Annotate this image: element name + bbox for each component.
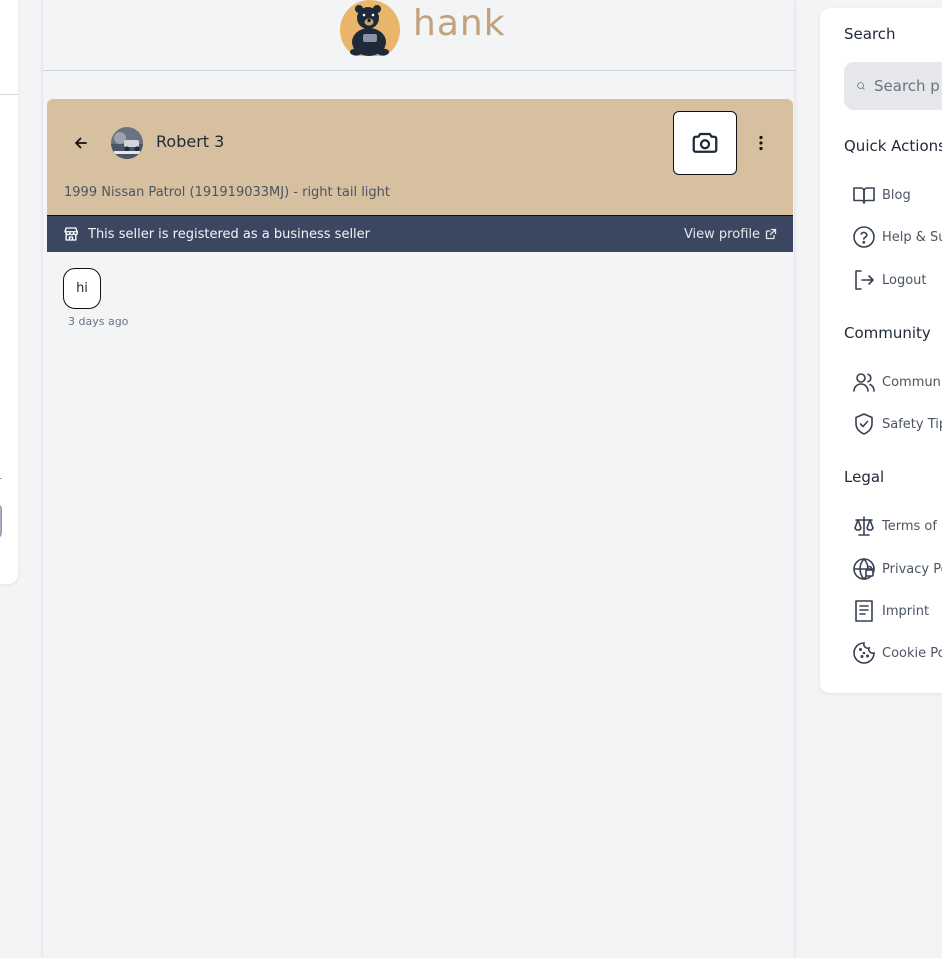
more-vertical-icon [759, 135, 763, 151]
more-options-button[interactable] [749, 129, 773, 157]
help-circle-icon [853, 226, 875, 248]
view-profile-label: View profile [683, 226, 760, 242]
chat-panel: Robert 3 1999 Nissan Patrol (191919033MJ… [47, 99, 793, 252]
community-heading: Community [844, 324, 931, 342]
sidebar-item-label: Terms of S [882, 518, 942, 534]
contact-name: Robert 3 [156, 132, 225, 151]
view-profile-link[interactable]: View profile [684, 227, 777, 242]
bear-mascot-icon [340, 0, 400, 56]
message-bubble: hi [63, 268, 101, 309]
sidebar-item-label: Cookie Po [882, 645, 942, 661]
left-panel-divider [0, 94, 18, 95]
brand-logo[interactable]: hank [339, 0, 506, 56]
book-icon [853, 187, 875, 204]
search-input[interactable] [874, 77, 942, 95]
site-header: hank [43, 0, 796, 71]
cookie-icon [853, 642, 875, 664]
camera-icon [692, 132, 718, 153]
sidebar-item-community[interactable]: Communit [852, 370, 942, 394]
store-icon [64, 227, 79, 241]
message-timestamp: 3 days ago [68, 315, 129, 328]
search-icon [857, 82, 865, 90]
main-column: hank Robert 3 1999 Nissan Patrol (191919… [42, 0, 796, 958]
shield-check-icon [855, 413, 873, 435]
business-seller-text: This seller is registered as a business … [88, 226, 371, 242]
message-item: hi 3 days ago [63, 268, 128, 328]
sidebar-item-safety-tips[interactable]: Safety Tip [852, 412, 942, 436]
sidebar-item-label: Logout [882, 272, 927, 288]
legal-heading: Legal [844, 468, 885, 486]
avatar[interactable] [111, 127, 143, 159]
quick-actions-heading: Quick Actions [844, 137, 942, 155]
sidebar-item-label: Communit [882, 374, 942, 390]
sidebar-item-logout[interactable]: Logout [852, 268, 927, 292]
left-panel-button[interactable] [0, 502, 2, 540]
left-panel-tick [0, 478, 2, 479]
sidebar-item-label: Safety Tip [882, 416, 942, 432]
sidebar-item-blog[interactable]: Blog [852, 183, 911, 207]
sidebar-item-terms[interactable]: Terms of S [852, 514, 942, 538]
sidebar-item-label: Privacy Po [882, 561, 942, 577]
left-panel [0, 0, 18, 584]
brand-name: hank [413, 3, 506, 44]
camera-button[interactable] [673, 111, 737, 175]
arrow-left-icon [75, 137, 87, 149]
chat-header: Robert 3 1999 Nissan Patrol (191919033MJ… [47, 99, 793, 215]
search-box[interactable] [844, 62, 942, 110]
sidebar-item-help[interactable]: Help & Su [852, 225, 942, 249]
right-sidebar: Search Quick Actions Blog Help & Su Logo… [820, 8, 942, 693]
sidebar-item-label: Blog [882, 187, 911, 203]
sidebar-item-imprint[interactable]: Imprint [852, 599, 929, 623]
sidebar-item-label: Help & Su [882, 229, 942, 245]
sidebar-item-privacy[interactable]: Privacy Po [852, 557, 942, 581]
sidebar-item-cookie-policy[interactable]: Cookie Po [852, 641, 942, 665]
sidebar-item-label: Imprint [882, 603, 930, 619]
external-link-icon [765, 228, 777, 240]
listing-title[interactable]: 1999 Nissan Patrol (191919033MJ) - right… [64, 185, 390, 200]
receipt-icon [855, 600, 873, 622]
users-icon [853, 373, 875, 392]
business-seller-banner: This seller is registered as a business … [47, 215, 793, 252]
scale-icon [854, 516, 874, 536]
logout-icon [855, 270, 874, 290]
back-button[interactable] [67, 129, 95, 157]
search-heading: Search [844, 25, 896, 43]
globe-lock-icon [853, 557, 875, 581]
